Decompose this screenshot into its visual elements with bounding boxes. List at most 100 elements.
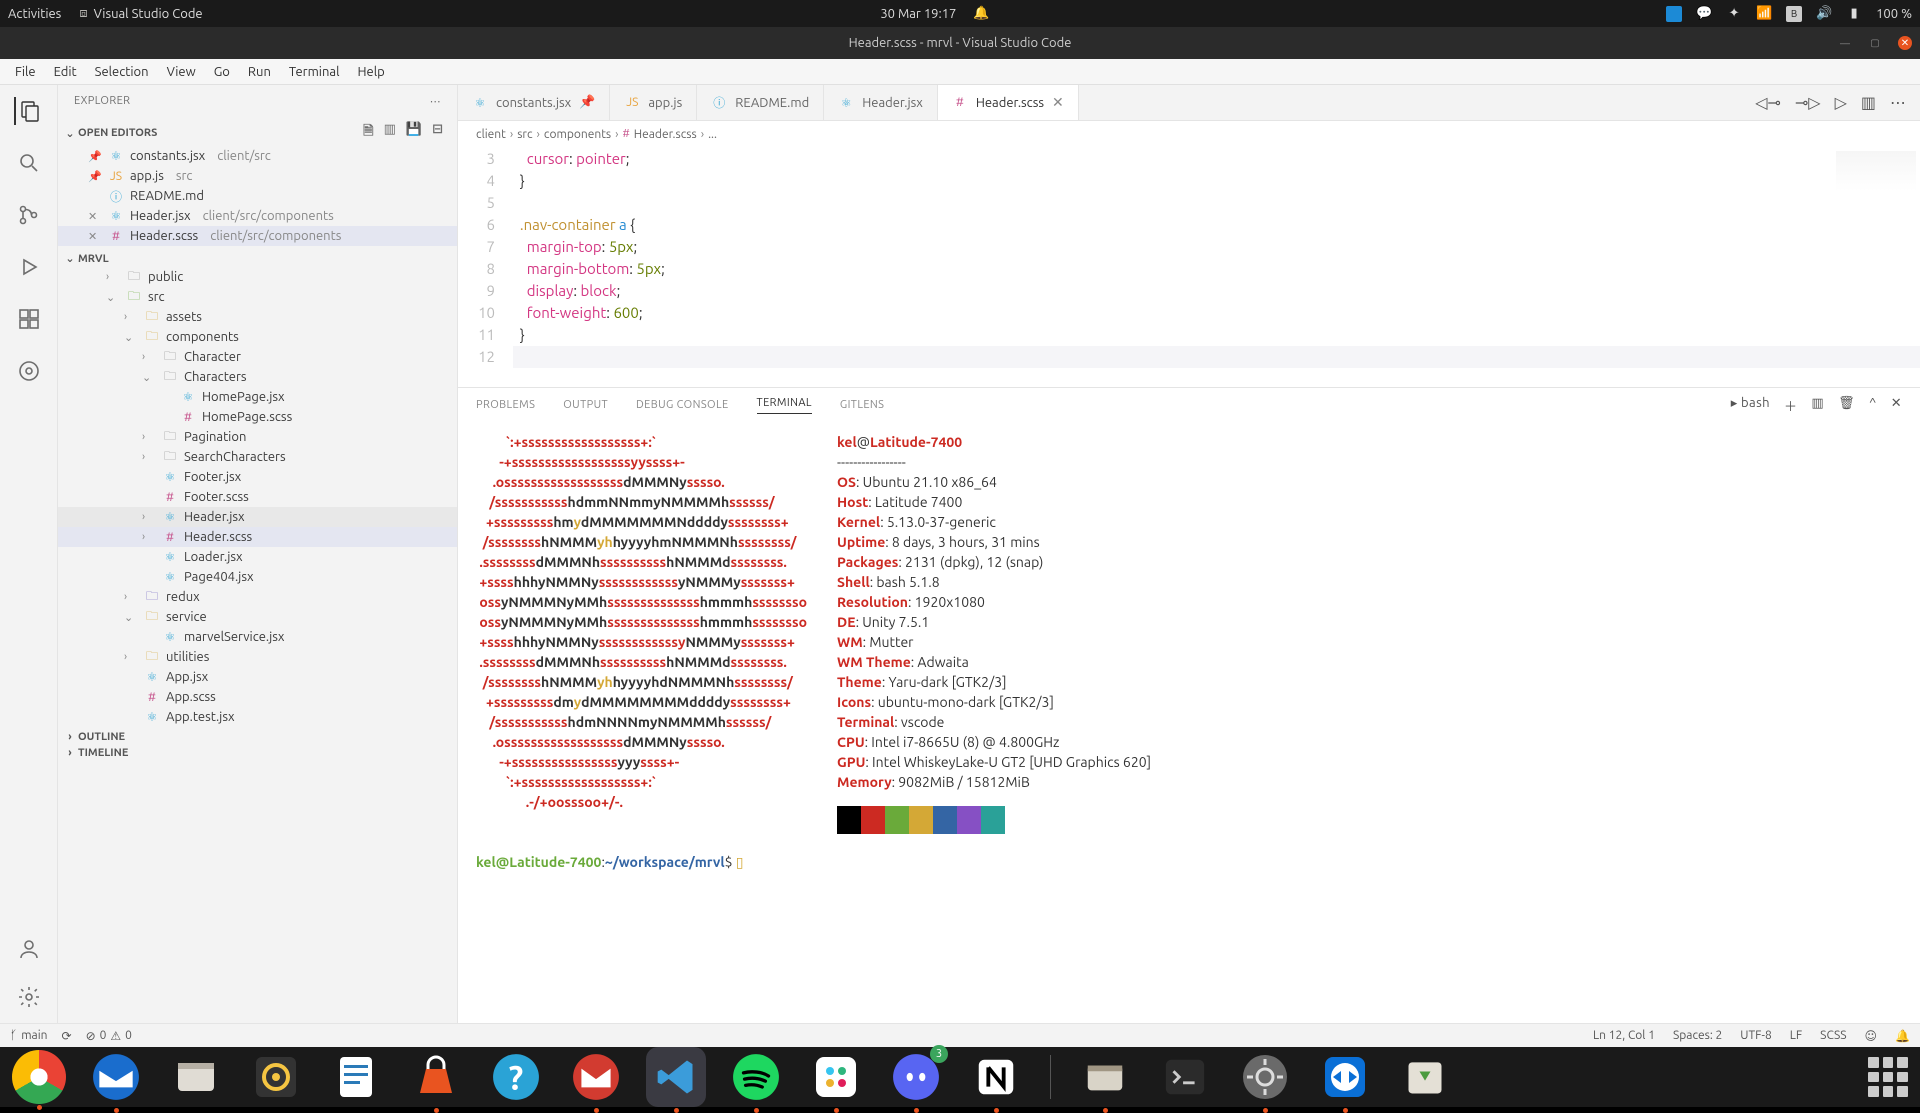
code-editor[interactable]: 3456789101112 cursor: pointer; } .nav-co…	[458, 147, 1920, 387]
dock-thunderbird[interactable]	[86, 1047, 146, 1107]
outline-header[interactable]: ›OUTLINE	[58, 729, 457, 745]
dock-rhythmbox[interactable]	[246, 1047, 306, 1107]
status-eol[interactable]: LF	[1790, 1029, 1802, 1043]
code-content[interactable]: cursor: pointer; } .nav-container a { ma…	[513, 147, 1920, 387]
split-icon[interactable]: ▥	[1861, 93, 1876, 112]
window-minimize[interactable]: —	[1838, 36, 1852, 50]
status-bell-icon[interactable]: 🔔	[1895, 1029, 1910, 1043]
tree-item[interactable]: #App.scss	[58, 687, 457, 707]
explorer-view-icon[interactable]	[14, 97, 42, 125]
tree-item[interactable]: ⚛Footer.jsx	[58, 467, 457, 487]
show-apps-button[interactable]	[1868, 1057, 1908, 1097]
new-terminal-icon[interactable]: ＋	[1784, 396, 1797, 415]
tree-item[interactable]: ›🗀public	[58, 267, 457, 287]
scm-view-icon[interactable]	[15, 201, 43, 229]
status-branch[interactable]: ᚶ main	[10, 1029, 48, 1042]
focused-app[interactable]: ⧈ Visual Studio Code	[79, 6, 202, 21]
editor-tab[interactable]: ⓘREADME.md	[697, 85, 824, 120]
gitlens-view-icon[interactable]	[15, 357, 43, 385]
dock-software[interactable]	[406, 1047, 466, 1107]
dock-help[interactable]: ?	[486, 1047, 546, 1107]
dock-discord[interactable]: 3	[886, 1047, 946, 1107]
dock-chrome[interactable]	[12, 1050, 66, 1104]
menu-view[interactable]: View	[158, 65, 205, 79]
breadcrumb-segment[interactable]: ...	[708, 128, 717, 141]
dock-terminal[interactable]	[1155, 1047, 1215, 1107]
tray-extension-icon[interactable]: ✦	[1726, 6, 1742, 22]
tree-item[interactable]: ⚛App.test.jsx	[58, 707, 457, 727]
toggle-layout-icon[interactable]: ▥	[384, 122, 396, 144]
status-spaces[interactable]: Spaces: 2	[1673, 1029, 1722, 1043]
status-cursor[interactable]: Ln 12, Col 1	[1593, 1029, 1655, 1043]
window-close[interactable]: ✕	[1898, 36, 1912, 50]
tree-item[interactable]: ⚛App.jsx	[58, 667, 457, 687]
tree-item[interactable]: #HomePage.scss	[58, 407, 457, 427]
tree-item[interactable]: ⚛Loader.jsx	[58, 547, 457, 567]
panel-tab-gitlens[interactable]: GITLENS	[840, 399, 884, 411]
more-icon[interactable]: ⋯	[1890, 93, 1906, 112]
search-view-icon[interactable]	[15, 149, 43, 177]
open-editor-item[interactable]: ✕#Header.scssclient/src/components	[58, 226, 457, 246]
breadcrumbs[interactable]: client ›src ›components ›# Header.scss ›…	[458, 121, 1920, 147]
breadcrumb-segment[interactable]: src	[517, 128, 532, 141]
open-editor-item[interactable]: ✕⚛Header.jsxclient/src/components	[58, 206, 457, 226]
status-sync[interactable]: ⟳	[62, 1029, 72, 1043]
editor-tab[interactable]: ⚛Header.jsx	[824, 85, 938, 120]
notification-icon[interactable]: 🔔	[974, 7, 988, 21]
open-editor-item[interactable]: 📌JSapp.jssrc	[58, 166, 457, 186]
shell-prompt[interactable]: kel@Latitude-7400:~/workspace/mrvl$ ▯	[476, 852, 1902, 872]
panel-tab-problems[interactable]: PROBLEMS	[476, 399, 535, 411]
account-icon[interactable]	[15, 935, 43, 963]
nav-back-icon[interactable]: ◁⊸	[1755, 93, 1781, 112]
tree-item[interactable]: ›🗀Character	[58, 347, 457, 367]
save-all-icon[interactable]: 💾	[406, 122, 422, 144]
dock-libreoffice[interactable]	[326, 1047, 386, 1107]
dock-spotify[interactable]	[726, 1047, 786, 1107]
discord-tray-icon[interactable]: 💬	[1696, 6, 1712, 22]
menu-help[interactable]: Help	[348, 65, 393, 79]
editor-tab[interactable]: #Header.scss✕	[938, 85, 1079, 120]
split-terminal-icon[interactable]: ▥	[1811, 396, 1824, 415]
volume-icon[interactable]: 🔊	[1816, 6, 1832, 22]
run-icon[interactable]: ▷	[1835, 93, 1847, 112]
timeline-header[interactable]: ›TIMELINE	[58, 745, 457, 761]
tree-item[interactable]: ⚛marvelService.jsx	[58, 627, 457, 647]
dock-notion[interactable]	[966, 1047, 1026, 1107]
tree-item[interactable]: ›🗀utilities	[58, 647, 457, 667]
tree-item[interactable]: ›🗀Pagination	[58, 427, 457, 447]
dock-vscode[interactable]	[646, 1047, 706, 1107]
dock-nautilus[interactable]	[1075, 1047, 1135, 1107]
menu-go[interactable]: Go	[205, 65, 239, 79]
tree-item[interactable]: ⌄🗀src	[58, 287, 457, 307]
tree-item[interactable]: ⌄🗀components	[58, 327, 457, 347]
tree-item[interactable]: ›#Header.scss	[58, 527, 457, 547]
dock-teamviewer[interactable]	[1315, 1047, 1375, 1107]
status-lang[interactable]: SCSS	[1820, 1029, 1846, 1043]
extensions-view-icon[interactable]	[15, 305, 43, 333]
window-maximize[interactable]: ▢	[1868, 36, 1882, 50]
close-icon[interactable]: ✕	[88, 230, 102, 243]
dock-slack[interactable]	[806, 1047, 866, 1107]
tree-item[interactable]: ›⚛Header.jsx	[58, 507, 457, 527]
close-all-icon[interactable]: ⊟	[432, 122, 443, 144]
dock-gmail[interactable]	[566, 1047, 626, 1107]
menu-run[interactable]: Run	[239, 65, 280, 79]
tab-close-icon[interactable]: ✕	[1052, 94, 1064, 111]
panel-tab-terminal[interactable]: TERMINAL	[757, 397, 812, 414]
new-untitled-icon[interactable]: 🗎	[363, 122, 373, 144]
tree-item[interactable]: ›🗀redux	[58, 587, 457, 607]
nav-fwd-icon[interactable]: ⊸▷	[1795, 93, 1821, 112]
breadcrumb-segment[interactable]: client	[476, 128, 506, 141]
terminal-picker[interactable]: ▸ bash	[1731, 396, 1770, 415]
status-problems[interactable]: ⊘ 0 ⚠ 0	[86, 1029, 132, 1043]
tree-item[interactable]: ›🗀assets	[58, 307, 457, 327]
battery-icon[interactable]: ▮	[1846, 6, 1862, 22]
tray-app-icon[interactable]	[1666, 6, 1682, 22]
dock-trash[interactable]	[1395, 1047, 1455, 1107]
editor-tab[interactable]: JSapp.js	[610, 85, 697, 120]
pin-icon[interactable]: 📌	[579, 95, 595, 110]
settings-icon[interactable]	[15, 983, 43, 1011]
editor-tab[interactable]: ⚛constants.jsx📌	[458, 85, 610, 120]
terminal[interactable]: `:+ssssssssssssssssss+:` -+sssssssssssss…	[458, 422, 1920, 1023]
kill-terminal-icon[interactable]: 🗑	[1838, 396, 1855, 415]
